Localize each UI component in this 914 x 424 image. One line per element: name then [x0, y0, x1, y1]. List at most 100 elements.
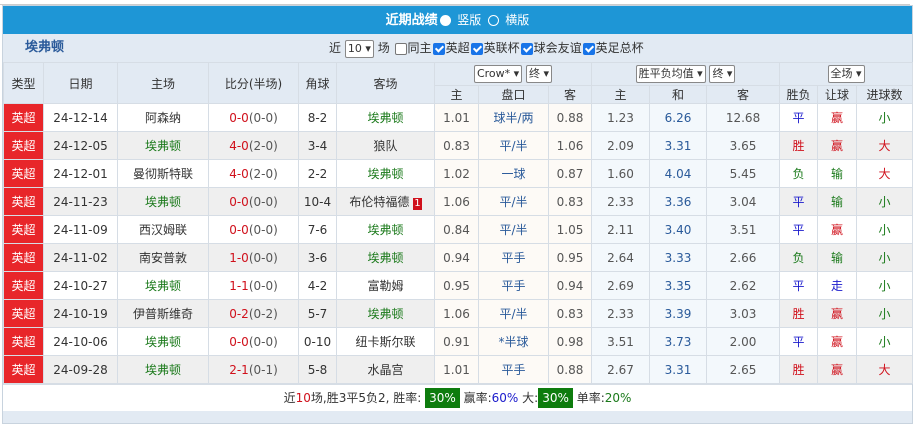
team-name[interactable]: 富勒姆 — [367, 279, 403, 293]
league-checkbox[interactable] — [520, 42, 533, 55]
score-cell[interactable]: 1-0(0-0) — [208, 243, 299, 272]
same-home-checkbox[interactable] — [394, 42, 407, 55]
eu-draw-odds: 3.33 — [649, 243, 708, 272]
win-rate-badge: 30% — [425, 388, 460, 408]
option-horizontal[interactable]: 横版 — [505, 13, 529, 27]
ah-line[interactable]: 平/半 — [478, 215, 549, 244]
ah-line[interactable]: 平/半 — [478, 187, 549, 216]
ah-line[interactable]: 平/半 — [478, 131, 549, 160]
ah-line[interactable]: 平手 — [478, 355, 549, 384]
result: 负 — [779, 159, 819, 188]
league-badge[interactable]: 英超 — [3, 215, 44, 244]
league-badge[interactable]: 英超 — [3, 327, 44, 356]
radio-vertical[interactable] — [439, 15, 451, 26]
match-date: 24-12-14 — [43, 103, 118, 132]
over-rate-badge: 30% — [538, 388, 573, 408]
team-name[interactable]: 埃弗顿 — [367, 223, 403, 237]
team-name[interactable]: 埃弗顿 — [367, 167, 403, 181]
team-name[interactable]: 埃弗顿 — [145, 195, 181, 209]
league-badge[interactable]: 英超 — [3, 159, 44, 188]
score-cell[interactable]: 4-0(2-0) — [208, 131, 299, 160]
league-badge[interactable]: 英超 — [3, 131, 44, 160]
league-checkbox[interactable] — [582, 42, 595, 55]
ah-line[interactable]: 平手 — [478, 243, 549, 272]
table-row: 英超 24-12-14 阿森纳 0-0(0-0) 8-2 埃弗顿 1.01 球半… — [3, 103, 914, 132]
col-corner: 角球 — [298, 62, 337, 104]
goals-result: 小 — [856, 243, 914, 272]
corner-score: 5-8 — [298, 355, 337, 384]
team-name[interactable]: 布伦特福德 — [349, 195, 409, 209]
team-name[interactable]: 曼彻斯特联 — [133, 167, 193, 181]
away-team-cell: 埃弗顿 — [336, 159, 435, 188]
league-badge[interactable]: 英超 — [3, 243, 44, 272]
score-cell[interactable]: 0-0(0-0) — [208, 215, 299, 244]
away-team-cell: 埃弗顿 — [336, 243, 435, 272]
league-badge[interactable]: 英超 — [3, 187, 44, 216]
score-cell[interactable]: 0-0(0-0) — [208, 327, 299, 356]
team-name[interactable]: 埃弗顿 — [145, 279, 181, 293]
team-name[interactable]: 埃弗顿 — [367, 251, 403, 265]
team-name[interactable]: 埃弗顿 — [145, 335, 181, 349]
team-name[interactable]: 水晶宫 — [367, 363, 403, 377]
ah-line[interactable]: 球半/两 — [478, 103, 549, 132]
eu-home-odds: 2.33 — [591, 299, 651, 328]
half-time-score: (0-0) — [248, 250, 278, 265]
ah-line[interactable]: 平/半 — [478, 299, 549, 328]
league-badge[interactable]: 英超 — [3, 103, 44, 132]
radio-horizontal[interactable] — [487, 15, 499, 26]
home-team-cell: 曼彻斯特联 — [117, 159, 209, 188]
team-name[interactable]: 狼队 — [373, 139, 397, 153]
match-date: 24-10-06 — [43, 327, 118, 356]
ah-line[interactable]: *半球 — [478, 327, 549, 356]
half-time-score: (0-0) — [248, 194, 278, 209]
count-select[interactable]: 10 ▾ — [344, 39, 374, 58]
option-vertical[interactable]: 竖版 — [457, 13, 481, 27]
asian-handicap-controls: Crow* ▾ 终 ▾ — [433, 62, 593, 86]
score-cell[interactable]: 4-0(2-0) — [208, 159, 299, 188]
score-cell[interactable]: 0-0(0-0) — [208, 187, 299, 216]
league-badge[interactable]: 英超 — [3, 355, 44, 384]
col-ah-away: 客 — [547, 85, 593, 104]
team-name[interactable]: 阿森纳 — [145, 111, 181, 125]
score-cell[interactable]: 0-0(0-0) — [208, 103, 299, 132]
ah-line[interactable]: 平手 — [478, 271, 549, 300]
league-badge[interactable]: 英超 — [3, 271, 44, 300]
eu-draw-odds: 3.31 — [649, 355, 708, 384]
eu-time-select[interactable]: 终 ▾ — [709, 65, 736, 83]
team-name[interactable]: 南安普敦 — [139, 251, 187, 265]
corner-score: 5-7 — [298, 299, 337, 328]
league-checkbox[interactable] — [470, 42, 483, 55]
away-team-cell: 狼队 — [336, 131, 435, 160]
eu-home-odds: 2.67 — [591, 355, 651, 384]
team-name[interactable]: 埃弗顿 — [145, 363, 181, 377]
score-cell[interactable]: 2-1(0-1) — [208, 355, 299, 384]
summary-text: 单率: — [576, 391, 605, 405]
ah-line[interactable]: 一球 — [478, 159, 549, 188]
score-cell[interactable]: 1-1(0-0) — [208, 271, 299, 300]
goals-result: 小 — [856, 299, 914, 328]
home-team-cell: 埃弗顿 — [117, 271, 209, 300]
team-name[interactable]: 伊普斯维奇 — [133, 307, 193, 321]
league-checkbox[interactable] — [432, 42, 445, 55]
score-cell[interactable]: 0-2(0-2) — [208, 299, 299, 328]
eu-home-odds: 2.33 — [591, 187, 651, 216]
ah-home-odds: 1.01 — [434, 355, 479, 384]
scope-select[interactable]: 全场 ▾ — [827, 65, 865, 83]
team-name[interactable]: 埃弗顿 — [367, 111, 403, 125]
handicap-result: 赢 — [817, 355, 858, 384]
ah-company-select[interactable]: Crow* ▾ — [473, 65, 523, 83]
team-name[interactable]: 纽卡斯尔联 — [355, 335, 415, 349]
away-team-cell: 富勒姆 — [336, 271, 435, 300]
home-team-cell: 南安普敦 — [117, 243, 209, 272]
team-name[interactable]: 埃弗顿 — [145, 139, 181, 153]
eu-company-select[interactable]: 胜平负均值 ▾ — [635, 65, 706, 83]
corner-score: 8-2 — [298, 103, 337, 132]
league-badge[interactable]: 英超 — [3, 299, 44, 328]
ah-time-select[interactable]: 终 ▾ — [526, 65, 553, 83]
euro-odds-controls: 胜平负均值 ▾ 终 ▾ — [591, 62, 781, 86]
team-name[interactable]: 西汉姆联 — [139, 223, 187, 237]
team-name[interactable]: 埃弗顿 — [367, 307, 403, 321]
full-time-score: 0-0 — [229, 110, 249, 125]
league-label: 英足总杯 — [595, 41, 644, 55]
result: 平 — [779, 327, 819, 356]
